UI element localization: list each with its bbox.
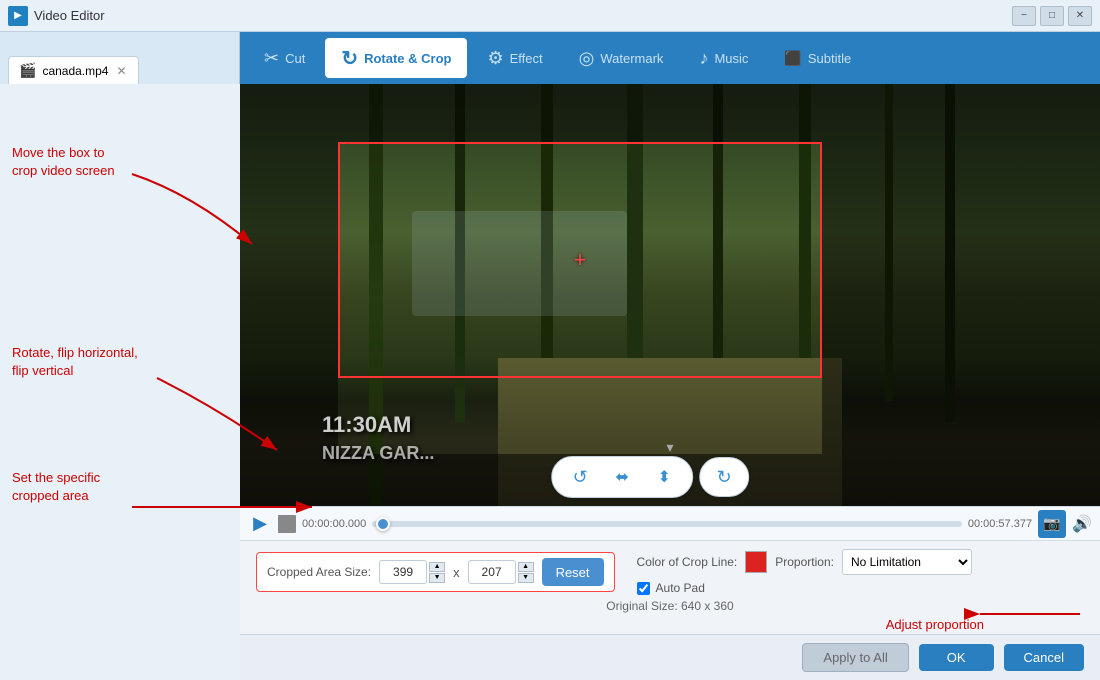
tab-music[interactable]: ♪ Music [683, 38, 764, 78]
left-panel: Move the box tocrop video screen Rotate,… [0, 84, 240, 680]
color-label: Color of Crop Line: [637, 555, 738, 569]
crop-size-label: Cropped Area Size: [267, 565, 371, 579]
auto-pad-checkbox[interactable] [637, 582, 650, 595]
stop-button[interactable] [278, 515, 296, 533]
subtitle-icon: ⬛ [784, 50, 801, 67]
video-timestamp: 11:30AM [322, 412, 411, 438]
tab-rotate[interactable]: ↻ Rotate & Crop [325, 38, 467, 78]
file-icon: 🎬 [19, 62, 36, 79]
watermark-icon: ◎ [579, 48, 595, 69]
title-bar: ▶ Video Editor − □ ✕ [0, 0, 1100, 32]
auto-pad-row: Auto Pad [637, 581, 972, 595]
flip-horizontal-button[interactable]: ⬌ [606, 462, 638, 492]
file-tab-close[interactable]: ✕ [114, 64, 128, 78]
size-separator: x [453, 565, 460, 580]
crop-height-group: ▲ ▼ [468, 560, 534, 584]
rotate-ccw-button[interactable]: ↺ [564, 462, 596, 492]
crop-box[interactable]: + [338, 142, 822, 378]
crop-width-down[interactable]: ▼ [429, 573, 445, 583]
reset-button[interactable]: Reset [542, 558, 604, 586]
music-icon: ♪ [699, 48, 708, 69]
tab-effect[interactable]: ⚙ Effect [471, 38, 558, 78]
time-start: 00:00:00.000 [302, 518, 366, 530]
time-end: 00:00:57.377 [968, 518, 1032, 530]
crop-width-input[interactable] [379, 560, 427, 584]
rotate-icon: ↻ [341, 46, 358, 71]
crop-size-panel: Cropped Area Size: ▲ ▼ x ▲ [240, 540, 1100, 617]
crop-width-spinners: ▲ ▼ [429, 562, 445, 583]
maximize-button[interactable]: □ [1040, 6, 1064, 26]
cut-icon: ✂ [264, 48, 279, 69]
annotation-crop-area: Set the specificcropped area [12, 469, 100, 505]
snapshot-button[interactable]: 📷 [1038, 510, 1066, 538]
annotation-proportion: Adjust proportion [886, 617, 984, 632]
crop-crosshair: + [574, 247, 587, 273]
ok-button[interactable]: OK [919, 644, 994, 671]
color-swatch[interactable] [745, 551, 767, 573]
app-icon: ▶ [8, 6, 28, 26]
proportion-annotation-area: Adjust proportion [240, 617, 1100, 634]
crop-height-spinners: ▲ ▼ [518, 562, 534, 583]
proportion-label: Proportion: [775, 555, 834, 569]
tab-watermark[interactable]: ◎ Watermark [563, 38, 680, 78]
file-tab[interactable]: 🎬 canada.mp4 ✕ [8, 56, 139, 84]
annotation-crop: Move the box tocrop video screen [12, 144, 115, 180]
volume-icon[interactable]: 🔊 [1072, 514, 1092, 534]
video-canvas: + 11:30AM NIZZA GAR... ▾ ↺ ⬌ ⬍ ↻ [240, 84, 1100, 506]
timeline-thumb[interactable] [376, 517, 390, 531]
tab-subtitle[interactable]: ⬛ Subtitle [768, 38, 867, 78]
rotate-cw-button[interactable]: ↻ [710, 463, 738, 491]
effect-icon: ⚙ [487, 48, 503, 69]
crop-width-group: ▲ ▼ [379, 560, 445, 584]
crop-size-box: Cropped Area Size: ▲ ▼ x ▲ [256, 552, 615, 592]
playback-bar: ▶ 00:00:00.000 00:00:57.377 📷 🔊 [240, 506, 1100, 540]
rotate-controls-group: ↺ ⬌ ⬍ ↻ [551, 456, 749, 498]
expand-arrow-icon[interactable]: ▾ [666, 439, 673, 456]
flip-vertical-button[interactable]: ⬍ [648, 462, 680, 492]
cancel-button[interactable]: Cancel [1004, 644, 1084, 671]
play-button[interactable]: ▶ [248, 512, 272, 536]
tab-bar: ✂ Cut ↻ Rotate & Crop ⚙ Effect ◎ Waterma… [240, 32, 1100, 84]
auto-pad-label: Auto Pad [656, 581, 705, 595]
app-title: Video Editor [34, 8, 1012, 23]
crop-height-down[interactable]: ▼ [518, 573, 534, 583]
file-tab-name: canada.mp4 [42, 64, 108, 78]
annotation-rotate: Rotate, flip horizontal,flip vertical [12, 344, 138, 380]
minimize-button[interactable]: − [1012, 6, 1036, 26]
original-size-label: Original Size: 640 x 360 [256, 599, 1084, 613]
crop-width-up[interactable]: ▲ [429, 562, 445, 572]
action-bar: Apply to All OK Cancel [240, 634, 1100, 680]
tab-cut[interactable]: ✂ Cut [248, 38, 321, 78]
apply-all-button[interactable]: Apply to All [802, 643, 908, 672]
window-controls: − □ ✕ [1012, 6, 1092, 26]
close-button[interactable]: ✕ [1068, 6, 1092, 26]
video-location: NIZZA GAR... [322, 443, 434, 464]
timeline-track[interactable] [372, 521, 962, 527]
crop-height-input[interactable] [468, 560, 516, 584]
proportion-select[interactable]: No Limitation 16:9 4:3 1:1 9:16 [842, 549, 972, 575]
crop-height-up[interactable]: ▲ [518, 562, 534, 572]
